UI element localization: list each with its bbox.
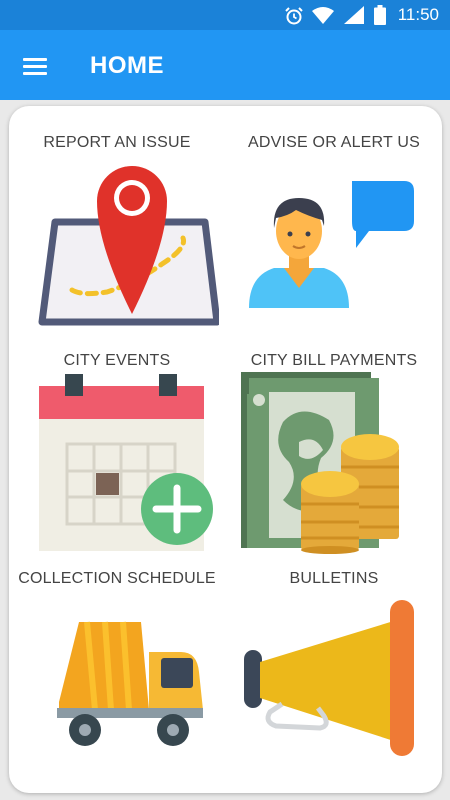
tile-label: COLLECTION SCHEDULE: [18, 570, 216, 587]
collection-schedule-tile[interactable]: COLLECTION SCHEDULE: [9, 542, 225, 760]
alarm-icon: [285, 7, 303, 25]
garbage-truck-icon: [57, 621, 203, 746]
report-issue-tile[interactable]: REPORT AN ISSUE: [9, 106, 225, 326]
tile-label: REPORT AN ISSUE: [43, 134, 191, 151]
city-events-tile[interactable]: CITY EVENTS: [9, 324, 225, 551]
wifi-icon: [312, 7, 334, 24]
page-title: HOME: [90, 52, 164, 79]
map-pin-icon: [38, 166, 219, 326]
battery-icon: [374, 5, 386, 25]
advise-alert-tile[interactable]: ADVISE OR ALERT US: [226, 106, 442, 324]
app-bar: HOME: [0, 30, 450, 100]
status-bar: 11:50: [0, 0, 450, 30]
person-speech-bubble-icon: [249, 181, 414, 308]
tile-label: ADVISE OR ALERT US: [248, 134, 420, 151]
tile-label: CITY EVENTS: [63, 352, 171, 369]
megaphone-icon: [244, 600, 414, 756]
tile-label: BULLETINS: [289, 570, 379, 587]
tile-label: CITY BILL PAYMENTS: [250, 352, 418, 369]
menu-icon[interactable]: [16, 52, 56, 80]
city-bill-payments-tile[interactable]: CITY BILL PAYMENTS: [226, 324, 442, 554]
home-grid-card: REPORT AN ISSUE ADVISE OR ALERT US CITY …: [9, 106, 442, 793]
bulletins-tile[interactable]: BULLETINS: [226, 542, 442, 760]
status-time: 11:50: [397, 5, 439, 24]
calendar-add-icon: [39, 374, 213, 551]
signal-icon: [344, 6, 364, 24]
money-coins-icon: [241, 372, 399, 554]
